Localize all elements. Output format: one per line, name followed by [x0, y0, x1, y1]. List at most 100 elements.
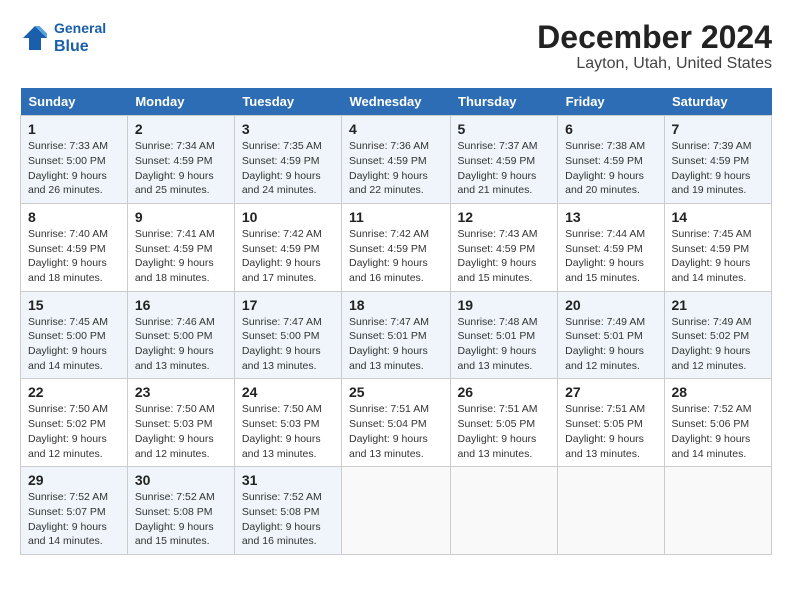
- calendar-body: 1 Sunrise: 7:33 AMSunset: 5:00 PMDayligh…: [21, 116, 772, 555]
- day-number: 4: [349, 121, 443, 137]
- page-header: General Blue December 2024 Layton, Utah,…: [20, 20, 772, 73]
- day-info: Sunrise: 7:49 AMSunset: 5:02 PMDaylight:…: [672, 316, 752, 372]
- calendar-cell: 15 Sunrise: 7:45 AMSunset: 5:00 PMDaylig…: [21, 291, 128, 379]
- calendar-table: SundayMondayTuesdayWednesdayThursdayFrid…: [20, 88, 772, 555]
- day-number: 8: [28, 209, 120, 225]
- calendar-cell: 14 Sunrise: 7:45 AMSunset: 4:59 PMDaylig…: [664, 203, 771, 291]
- calendar-cell: 1 Sunrise: 7:33 AMSunset: 5:00 PMDayligh…: [21, 116, 128, 204]
- day-info: Sunrise: 7:50 AMSunset: 5:03 PMDaylight:…: [135, 403, 215, 459]
- calendar-header-wednesday: Wednesday: [342, 88, 451, 116]
- day-info: Sunrise: 7:50 AMSunset: 5:03 PMDaylight:…: [242, 403, 322, 459]
- calendar-cell: 4 Sunrise: 7:36 AMSunset: 4:59 PMDayligh…: [342, 116, 451, 204]
- day-info: Sunrise: 7:52 AMSunset: 5:08 PMDaylight:…: [242, 491, 322, 547]
- calendar-cell: 5 Sunrise: 7:37 AMSunset: 4:59 PMDayligh…: [450, 116, 558, 204]
- day-number: 17: [242, 297, 334, 313]
- day-number: 15: [28, 297, 120, 313]
- calendar-header-sunday: Sunday: [21, 88, 128, 116]
- calendar-cell: 11 Sunrise: 7:42 AMSunset: 4:59 PMDaylig…: [342, 203, 451, 291]
- calendar-cell: 28 Sunrise: 7:52 AMSunset: 5:06 PMDaylig…: [664, 379, 771, 467]
- calendar-cell: [558, 467, 664, 555]
- calendar-cell: 6 Sunrise: 7:38 AMSunset: 4:59 PMDayligh…: [558, 116, 664, 204]
- day-number: 30: [135, 472, 227, 488]
- day-number: 18: [349, 297, 443, 313]
- day-info: Sunrise: 7:49 AMSunset: 5:01 PMDaylight:…: [565, 316, 645, 372]
- calendar-header-friday: Friday: [558, 88, 664, 116]
- calendar-week-row: 15 Sunrise: 7:45 AMSunset: 5:00 PMDaylig…: [21, 291, 772, 379]
- day-number: 14: [672, 209, 764, 225]
- calendar-cell: [450, 467, 558, 555]
- calendar-header-tuesday: Tuesday: [234, 88, 341, 116]
- day-info: Sunrise: 7:36 AMSunset: 4:59 PMDaylight:…: [349, 140, 429, 196]
- day-info: Sunrise: 7:35 AMSunset: 4:59 PMDaylight:…: [242, 140, 322, 196]
- day-info: Sunrise: 7:33 AMSunset: 5:00 PMDaylight:…: [28, 140, 108, 196]
- calendar-week-row: 8 Sunrise: 7:40 AMSunset: 4:59 PMDayligh…: [21, 203, 772, 291]
- logo-line1: General: [54, 20, 106, 36]
- page-subtitle: Layton, Utah, United States: [537, 55, 772, 73]
- day-number: 7: [672, 121, 764, 137]
- calendar-cell: 9 Sunrise: 7:41 AMSunset: 4:59 PMDayligh…: [127, 203, 234, 291]
- day-info: Sunrise: 7:41 AMSunset: 4:59 PMDaylight:…: [135, 228, 215, 284]
- day-number: 22: [28, 384, 120, 400]
- day-number: 28: [672, 384, 764, 400]
- day-number: 26: [458, 384, 551, 400]
- calendar-cell: 18 Sunrise: 7:47 AMSunset: 5:01 PMDaylig…: [342, 291, 451, 379]
- day-info: Sunrise: 7:45 AMSunset: 5:00 PMDaylight:…: [28, 316, 108, 372]
- logo-icon: [20, 23, 50, 53]
- calendar-header-thursday: Thursday: [450, 88, 558, 116]
- calendar-cell: 19 Sunrise: 7:48 AMSunset: 5:01 PMDaylig…: [450, 291, 558, 379]
- calendar-cell: 25 Sunrise: 7:51 AMSunset: 5:04 PMDaylig…: [342, 379, 451, 467]
- day-info: Sunrise: 7:52 AMSunset: 5:06 PMDaylight:…: [672, 403, 752, 459]
- day-info: Sunrise: 7:51 AMSunset: 5:04 PMDaylight:…: [349, 403, 429, 459]
- day-number: 29: [28, 472, 120, 488]
- day-number: 19: [458, 297, 551, 313]
- calendar-cell: 21 Sunrise: 7:49 AMSunset: 5:02 PMDaylig…: [664, 291, 771, 379]
- day-number: 11: [349, 209, 443, 225]
- title-area: December 2024 Layton, Utah, United State…: [537, 20, 772, 73]
- day-info: Sunrise: 7:50 AMSunset: 5:02 PMDaylight:…: [28, 403, 108, 459]
- calendar-cell: [664, 467, 771, 555]
- calendar-cell: 2 Sunrise: 7:34 AMSunset: 4:59 PMDayligh…: [127, 116, 234, 204]
- calendar-header-monday: Monday: [127, 88, 234, 116]
- day-info: Sunrise: 7:46 AMSunset: 5:00 PMDaylight:…: [135, 316, 215, 372]
- calendar-cell: 7 Sunrise: 7:39 AMSunset: 4:59 PMDayligh…: [664, 116, 771, 204]
- calendar-cell: 16 Sunrise: 7:46 AMSunset: 5:00 PMDaylig…: [127, 291, 234, 379]
- day-number: 20: [565, 297, 656, 313]
- day-info: Sunrise: 7:47 AMSunset: 5:01 PMDaylight:…: [349, 316, 429, 372]
- calendar-week-row: 29 Sunrise: 7:52 AMSunset: 5:07 PMDaylig…: [21, 467, 772, 555]
- logo-text: General Blue: [54, 20, 106, 56]
- calendar-cell: 3 Sunrise: 7:35 AMSunset: 4:59 PMDayligh…: [234, 116, 341, 204]
- day-number: 31: [242, 472, 334, 488]
- calendar-week-row: 22 Sunrise: 7:50 AMSunset: 5:02 PMDaylig…: [21, 379, 772, 467]
- day-info: Sunrise: 7:39 AMSunset: 4:59 PMDaylight:…: [672, 140, 752, 196]
- day-info: Sunrise: 7:52 AMSunset: 5:07 PMDaylight:…: [28, 491, 108, 547]
- day-info: Sunrise: 7:42 AMSunset: 4:59 PMDaylight:…: [349, 228, 429, 284]
- day-info: Sunrise: 7:51 AMSunset: 5:05 PMDaylight:…: [565, 403, 645, 459]
- day-number: 16: [135, 297, 227, 313]
- day-number: 6: [565, 121, 656, 137]
- page-title: December 2024: [537, 20, 772, 55]
- calendar-week-row: 1 Sunrise: 7:33 AMSunset: 5:00 PMDayligh…: [21, 116, 772, 204]
- day-number: 12: [458, 209, 551, 225]
- calendar-cell: 20 Sunrise: 7:49 AMSunset: 5:01 PMDaylig…: [558, 291, 664, 379]
- day-number: 3: [242, 121, 334, 137]
- day-number: 5: [458, 121, 551, 137]
- day-number: 24: [242, 384, 334, 400]
- calendar-cell: 8 Sunrise: 7:40 AMSunset: 4:59 PMDayligh…: [21, 203, 128, 291]
- calendar-cell: 13 Sunrise: 7:44 AMSunset: 4:59 PMDaylig…: [558, 203, 664, 291]
- day-number: 25: [349, 384, 443, 400]
- logo: General Blue: [20, 20, 106, 56]
- logo-line2: Blue: [54, 38, 89, 55]
- day-number: 27: [565, 384, 656, 400]
- calendar-cell: 17 Sunrise: 7:47 AMSunset: 5:00 PMDaylig…: [234, 291, 341, 379]
- day-number: 2: [135, 121, 227, 137]
- calendar-cell: 24 Sunrise: 7:50 AMSunset: 5:03 PMDaylig…: [234, 379, 341, 467]
- calendar-header-saturday: Saturday: [664, 88, 771, 116]
- day-info: Sunrise: 7:43 AMSunset: 4:59 PMDaylight:…: [458, 228, 538, 284]
- day-info: Sunrise: 7:51 AMSunset: 5:05 PMDaylight:…: [458, 403, 538, 459]
- calendar-cell: 30 Sunrise: 7:52 AMSunset: 5:08 PMDaylig…: [127, 467, 234, 555]
- calendar-header-row: SundayMondayTuesdayWednesdayThursdayFrid…: [21, 88, 772, 116]
- calendar-cell: [342, 467, 451, 555]
- day-info: Sunrise: 7:34 AMSunset: 4:59 PMDaylight:…: [135, 140, 215, 196]
- day-info: Sunrise: 7:44 AMSunset: 4:59 PMDaylight:…: [565, 228, 645, 284]
- calendar-cell: 22 Sunrise: 7:50 AMSunset: 5:02 PMDaylig…: [21, 379, 128, 467]
